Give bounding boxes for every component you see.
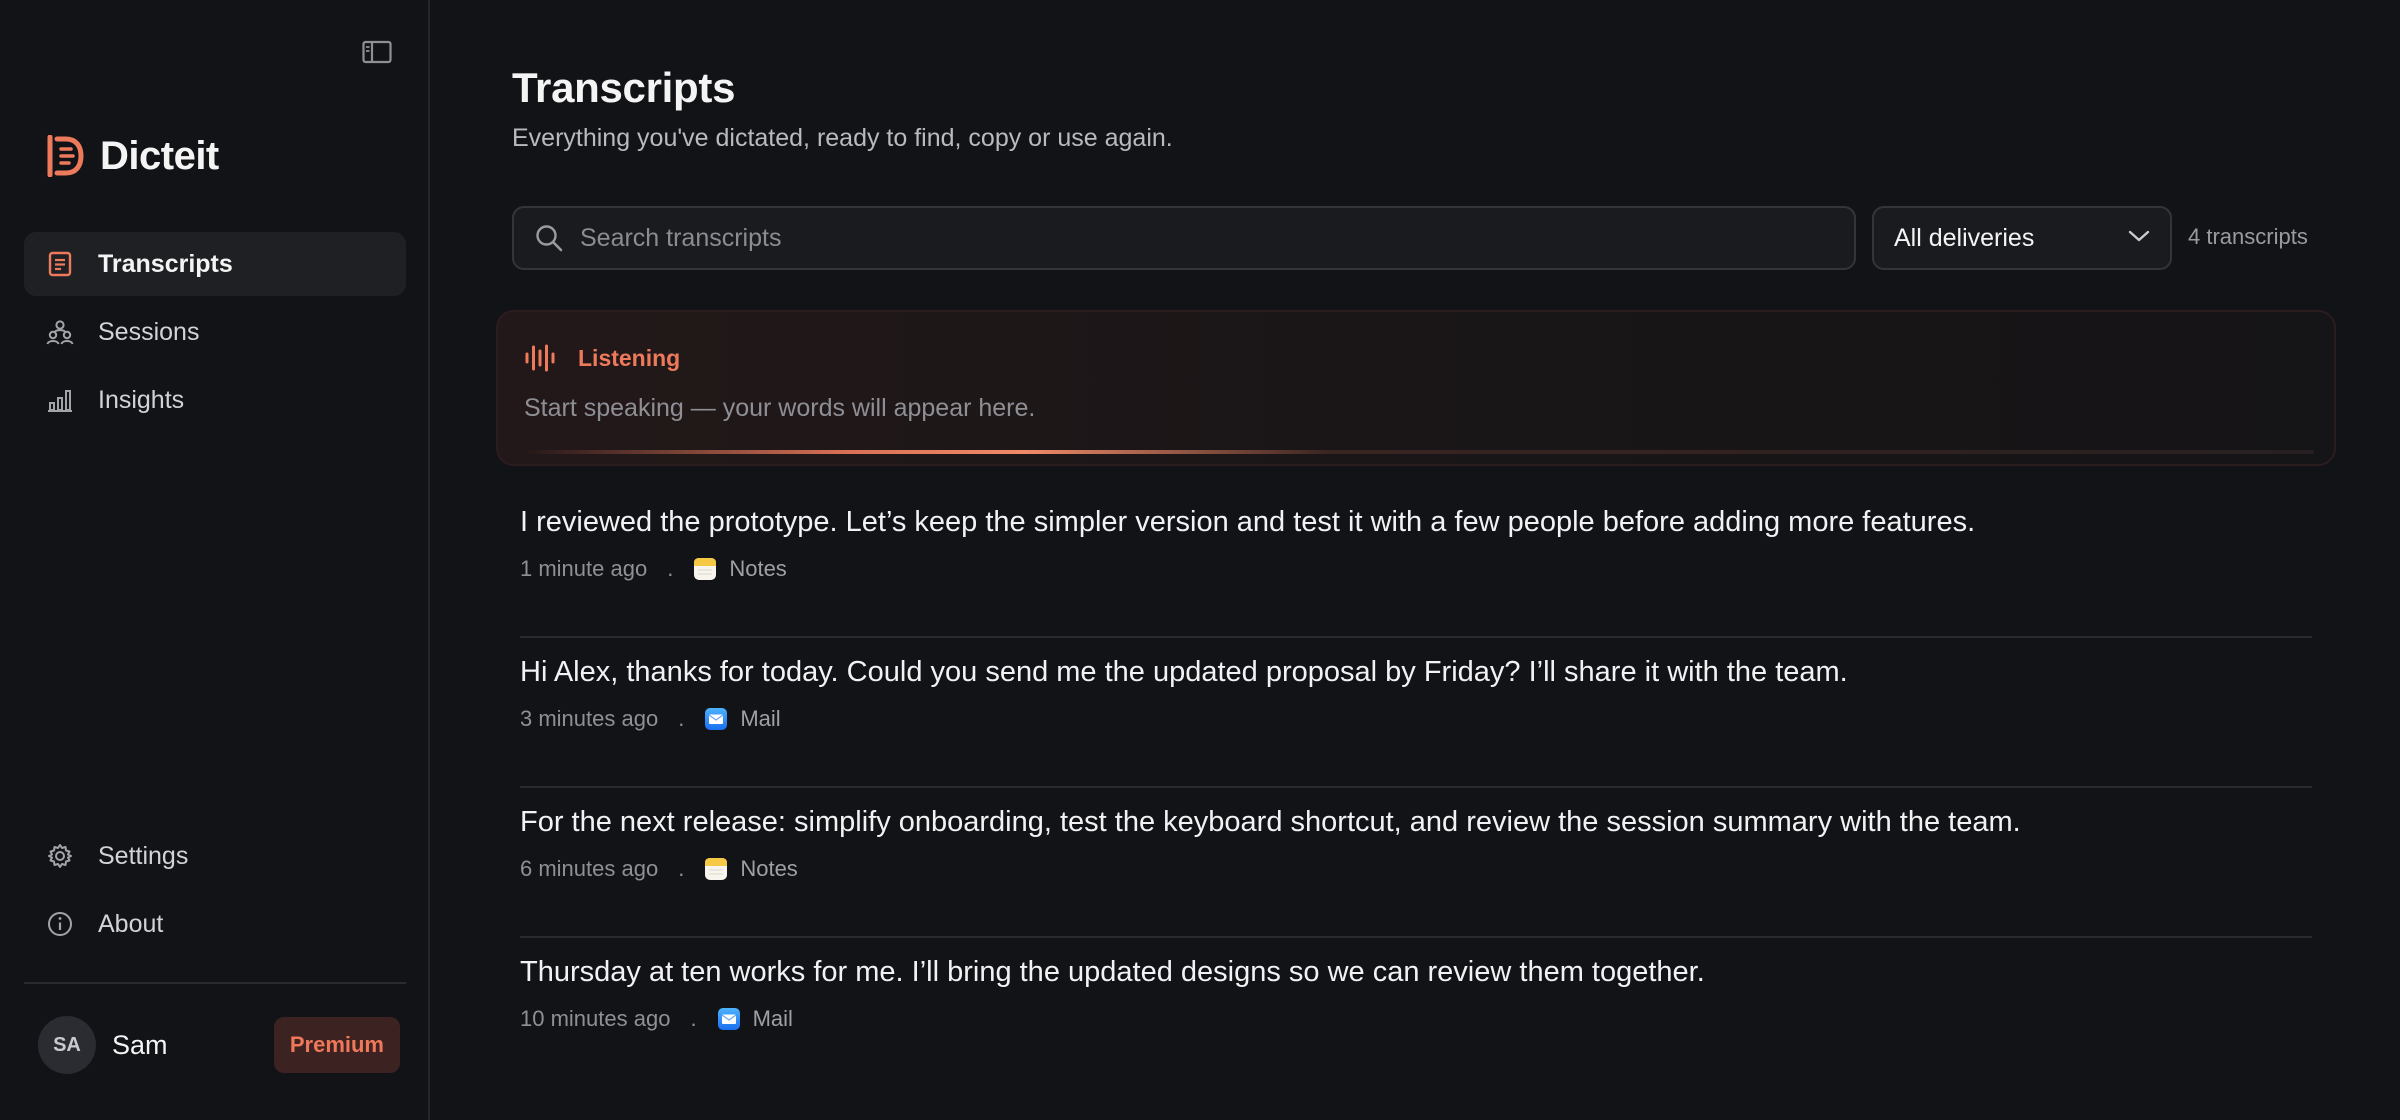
transcript-item[interactable]: I reviewed the prototype. Let’s keep the…: [520, 488, 2312, 638]
transcript-time: 6 minutes ago: [520, 856, 659, 881]
listening-hint: Start speaking — your words will appear …: [524, 394, 1036, 422]
transcript-text: I reviewed the prototype. Let’s keep the…: [520, 506, 1976, 538]
people-icon: [46, 318, 74, 346]
brand-name: Dicteit: [100, 133, 219, 178]
transcript-meta: 3 minutes ago . Mail: [520, 706, 781, 732]
transcript-item[interactable]: For the next release: simplify onboardin…: [520, 788, 2312, 938]
meta-separator: .: [678, 856, 685, 881]
transcript-app: Notes: [740, 856, 798, 881]
sidebar-toggle-icon[interactable]: [362, 40, 392, 64]
audio-level-bar: [524, 450, 2314, 454]
meta-separator: .: [678, 706, 685, 731]
transcript-text: Hi Alex, thanks for today. Could you sen…: [520, 656, 1848, 688]
sidebar-divider: [24, 982, 406, 984]
search-box[interactable]: [512, 206, 1856, 270]
premium-badge[interactable]: Premium: [273, 1017, 400, 1073]
notes-app-icon: [704, 857, 728, 881]
transcript-app: Notes: [729, 556, 787, 581]
sidebar: Dicteit Transcripts Sessions Insights Se…: [0, 0, 430, 1120]
user-name: Sam: [112, 1029, 168, 1060]
avatar[interactable]: SA: [38, 1016, 96, 1074]
sidebar-item-about[interactable]: About: [24, 892, 406, 956]
sidebar-item-label: About: [98, 909, 164, 938]
transcript-time: 10 minutes ago: [520, 1006, 671, 1031]
bar-chart-icon: [46, 386, 74, 414]
brand: Dicteit: [44, 134, 219, 178]
transcript-meta: 1 minute ago . Notes: [520, 556, 787, 582]
search-icon: [534, 223, 564, 253]
listening-header: Listening: [524, 342, 680, 374]
search-input[interactable]: [580, 223, 1854, 253]
document-icon: [46, 250, 74, 278]
transcript-time: 3 minutes ago: [520, 706, 659, 731]
meta-separator: .: [690, 1006, 697, 1031]
transcript-count: 4 transcripts: [2188, 224, 2308, 249]
transcript-meta: 6 minutes ago . Notes: [520, 856, 798, 882]
listening-card: Listening Start speaking — your words wi…: [496, 310, 2336, 466]
sidebar-item-label: Transcripts: [98, 249, 233, 278]
chevron-down-icon: [2128, 229, 2150, 248]
sidebar-item-insights[interactable]: Insights: [24, 368, 406, 432]
mail-app-icon: [717, 1007, 741, 1031]
sidebar-item-settings[interactable]: Settings: [24, 824, 406, 888]
delivery-filter-select[interactable]: All deliveries: [1872, 206, 2172, 270]
dicteit-logo-icon: [44, 134, 84, 178]
sidebar-item-sessions[interactable]: Sessions: [24, 300, 406, 364]
filter-selected-value: All deliveries: [1894, 223, 2035, 252]
transcript-meta: 10 minutes ago . Mail: [520, 1006, 793, 1032]
transcript-list: I reviewed the prototype. Let’s keep the…: [520, 488, 2312, 1088]
gear-icon: [46, 842, 74, 870]
transcript-item[interactable]: Thursday at ten works for me. I’ll bring…: [520, 938, 2312, 1088]
sidebar-item-label: Sessions: [98, 317, 200, 346]
page-title: Transcripts: [512, 64, 736, 111]
user-profile[interactable]: SA Sam Premium: [38, 1016, 400, 1074]
transcript-text: Thursday at ten works for me. I’ll bring…: [520, 956, 1705, 988]
secondary-nav: Settings About: [24, 824, 406, 960]
transcript-text: For the next release: simplify onboardin…: [520, 806, 2021, 838]
primary-nav: Transcripts Sessions Insights: [24, 232, 406, 436]
page-subtitle: Everything you've dictated, ready to fin…: [512, 124, 1173, 152]
main-content: Transcripts Everything you've dictated, …: [432, 0, 2400, 1120]
transcript-item[interactable]: Hi Alex, thanks for today. Could you sen…: [520, 638, 2312, 788]
app-window: Dicteit Transcripts Sessions Insights Se…: [0, 0, 2400, 1120]
info-icon: [46, 910, 74, 938]
transcript-time: 1 minute ago: [520, 556, 648, 581]
transcript-app: Mail: [740, 706, 781, 731]
waveform-icon: [524, 342, 556, 374]
transcript-app: Mail: [752, 1006, 793, 1031]
notes-app-icon: [693, 557, 717, 581]
listening-status: Listening: [578, 344, 681, 371]
sidebar-item-label: Insights: [98, 385, 185, 414]
sidebar-item-label: Settings: [98, 841, 189, 870]
mail-app-icon: [704, 707, 728, 731]
meta-separator: .: [667, 556, 674, 581]
sidebar-item-transcripts[interactable]: Transcripts: [24, 232, 406, 296]
